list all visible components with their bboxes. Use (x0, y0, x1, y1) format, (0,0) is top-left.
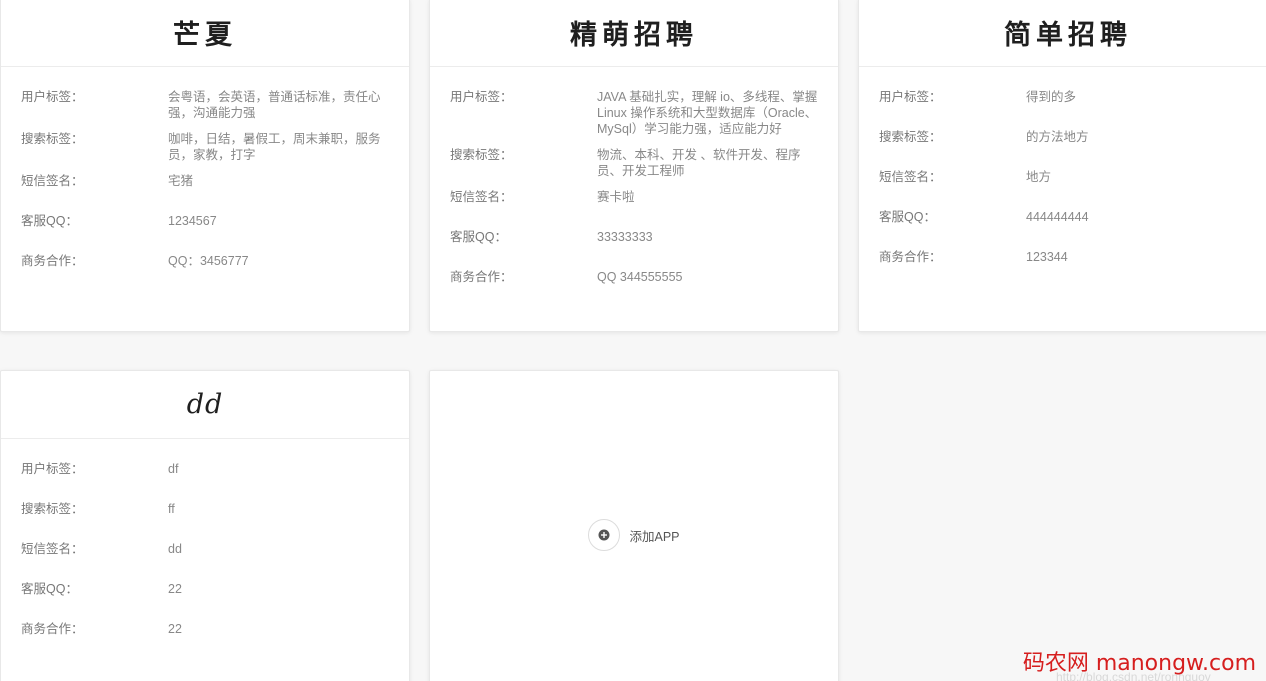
detail-label: 商务合作： (21, 622, 84, 636)
detail-row-user-tags: 用户标签： 得到的多 (879, 89, 1257, 105)
detail-row-service-qq: 客服QQ： 33333333 (450, 229, 818, 245)
detail-row-service-qq: 客服QQ： 1234567 (21, 213, 389, 229)
card-title: 精萌招聘 (570, 20, 698, 51)
detail-value: 33333333 (597, 230, 653, 244)
card-header: 精萌招聘 (430, 0, 838, 67)
detail-value: ff (168, 502, 175, 516)
card-header: dd (1, 371, 409, 439)
card-details: 用户标签： df 搜索标签： ff 短信签名： dd 客服QQ： 22 商务合作… (1, 439, 409, 637)
detail-row-business: 商务合作： 123344 (879, 249, 1257, 265)
detail-label: 客服QQ： (450, 230, 507, 244)
detail-row-sms-signature: 短信签名： dd (21, 541, 389, 557)
card-title: 简单招聘 (1004, 20, 1132, 51)
detail-row-sms-signature: 短信签名： 地方 (879, 169, 1257, 185)
detail-value: QQ：3456777 (168, 254, 249, 268)
detail-label: 搜索标签： (21, 132, 84, 146)
detail-value: 宅猪 (168, 174, 194, 188)
detail-row-search-tags: 搜索标签： 物流、本科、开发 、软件开发、程序员、开发工程师 (450, 147, 818, 179)
detail-value: JAVA 基础扎实，理解 io、多线程、掌握 Linux 操作系统和大型数据库（… (597, 90, 818, 136)
detail-label: 短信签名： (21, 174, 84, 188)
detail-row-sms-signature: 短信签名： 宅猪 (21, 173, 389, 189)
card-details: 用户标签： 得到的多 搜索标签： 的方法地方 短信签名： 地方 客服QQ： 44… (859, 67, 1266, 265)
detail-label: 搜索标签： (21, 502, 84, 516)
app-card[interactable]: 芒夏 用户标签： 会粤语，会英语，普通话标准，责任心强，沟通能力强 搜索标签： … (0, 0, 410, 332)
detail-value: 会粤语，会英语，普通话标准，责任心强，沟通能力强 (168, 90, 381, 120)
card-details: 用户标签： JAVA 基础扎实，理解 io、多线程、掌握 Linux 操作系统和… (430, 67, 838, 285)
watermark-url: http://blog.csdn.net/ronnguov (1056, 670, 1211, 681)
add-app-label: 添加APP (629, 529, 680, 544)
detail-label: 客服QQ： (879, 210, 936, 224)
card-header: 简单招聘 (859, 0, 1266, 67)
app-card[interactable]: 简单招聘 用户标签： 得到的多 搜索标签： 的方法地方 短信签名： 地方 客服Q… (858, 0, 1266, 332)
card-title: 芒夏 (173, 20, 237, 51)
detail-row-user-tags: 用户标签： df (21, 461, 389, 477)
card-header: 芒夏 (1, 0, 409, 67)
detail-label: 搜索标签： (450, 148, 513, 162)
detail-label: 用户标签： (21, 90, 84, 104)
detail-value: df (168, 462, 179, 476)
detail-row-service-qq: 客服QQ： 22 (21, 581, 389, 597)
detail-value: 咖啡，日结，暑假工，周末兼职，服务员，家教，打字 (168, 132, 381, 162)
app-card[interactable]: dd 用户标签： df 搜索标签： ff 短信签名： dd 客服QQ： 22 商… (0, 370, 410, 681)
detail-row-user-tags: 用户标签： JAVA 基础扎实，理解 io、多线程、掌握 Linux 操作系统和… (450, 89, 818, 137)
detail-label: 商务合作： (450, 270, 513, 284)
detail-label: 用户标签： (21, 462, 84, 476)
detail-row-search-tags: 搜索标签： 的方法地方 (879, 129, 1257, 145)
card-details: 用户标签： 会粤语，会英语，普通话标准，责任心强，沟通能力强 搜索标签： 咖啡，… (1, 67, 409, 269)
card-title: dd (186, 389, 224, 420)
detail-value: dd (168, 542, 182, 556)
detail-label: 用户标签： (450, 90, 513, 104)
detail-label: 短信签名： (879, 170, 942, 184)
detail-label: 商务合作： (879, 250, 942, 264)
detail-value: QQ 344555555 (597, 270, 683, 284)
add-app-button[interactable]: 添加APP (588, 519, 680, 551)
detail-value: 123344 (1026, 250, 1068, 264)
detail-value: 得到的多 (1026, 90, 1077, 104)
plus-circle-icon[interactable] (588, 519, 621, 551)
detail-row-business: 商务合作： 22 (21, 621, 389, 637)
detail-value: 1234567 (168, 214, 217, 228)
detail-value: 22 (168, 622, 182, 636)
detail-label: 短信签名： (450, 190, 513, 204)
detail-label: 客服QQ： (21, 214, 78, 228)
app-card[interactable]: 精萌招聘 用户标签： JAVA 基础扎实，理解 io、多线程、掌握 Linux … (429, 0, 839, 332)
detail-row-business: 商务合作： QQ 344555555 (450, 269, 818, 285)
detail-value: 物流、本科、开发 、软件开发、程序员、开发工程师 (597, 148, 801, 178)
detail-label: 搜索标签： (879, 130, 942, 144)
detail-value: 22 (168, 582, 182, 596)
app-list-page: 芒夏 用户标签： 会粤语，会英语，普通话标准，责任心强，沟通能力强 搜索标签： … (0, 0, 1266, 681)
detail-value: 地方 (1026, 170, 1052, 184)
detail-row-search-tags: 搜索标签： ff (21, 501, 389, 517)
detail-row-search-tags: 搜索标签： 咖啡，日结，暑假工，周末兼职，服务员，家教，打字 (21, 131, 389, 163)
detail-label: 短信签名： (21, 542, 84, 556)
detail-label: 商务合作： (21, 254, 84, 268)
detail-row-business: 商务合作： QQ：3456777 (21, 253, 389, 269)
detail-value: 的方法地方 (1026, 130, 1089, 144)
detail-value: 赛卡啦 (597, 190, 635, 204)
detail-row-user-tags: 用户标签： 会粤语，会英语，普通话标准，责任心强，沟通能力强 (21, 89, 389, 121)
detail-label: 客服QQ： (21, 582, 78, 596)
add-app-card: 添加APP (429, 370, 839, 681)
detail-label: 用户标签： (879, 90, 942, 104)
detail-row-sms-signature: 短信签名： 赛卡啦 (450, 189, 818, 205)
detail-row-service-qq: 客服QQ： 444444444 (879, 209, 1257, 225)
detail-value: 444444444 (1026, 210, 1089, 224)
